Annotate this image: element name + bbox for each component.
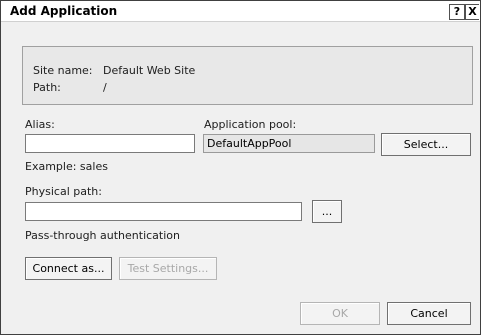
test-settings-button[interactable]: Test Settings... (119, 257, 217, 280)
site-name-value: Default Web Site (103, 64, 196, 77)
help-button[interactable]: ? (449, 4, 465, 20)
alias-label: Alias: (25, 118, 55, 131)
cancel-button[interactable]: Cancel (387, 302, 471, 325)
physical-path-input[interactable] (25, 202, 302, 221)
path-value: / (103, 81, 107, 94)
alias-input[interactable] (25, 134, 195, 153)
browse-button[interactable]: ... (312, 200, 342, 223)
ok-button[interactable]: OK (300, 302, 380, 325)
passthrough-auth-label: Pass-through authentication (25, 229, 180, 242)
application-pool-label: Application pool: (204, 118, 297, 131)
close-button[interactable]: X (465, 4, 479, 20)
alias-example: Example: sales (25, 160, 108, 173)
window-title: Add Application (10, 4, 118, 18)
title-bar[interactable]: Add Application ? X (1, 1, 480, 22)
application-pool-field: DefaultAppPool (203, 134, 375, 153)
physical-path-label: Physical path: (25, 185, 102, 198)
path-label: Path: (33, 81, 61, 94)
site-info-panel: Site name: Default Web Site Path: / (22, 46, 473, 105)
connect-as-button[interactable]: Connect as... (25, 257, 112, 280)
select-pool-button[interactable]: Select... (381, 133, 471, 156)
site-name-label: Site name: (33, 64, 93, 77)
